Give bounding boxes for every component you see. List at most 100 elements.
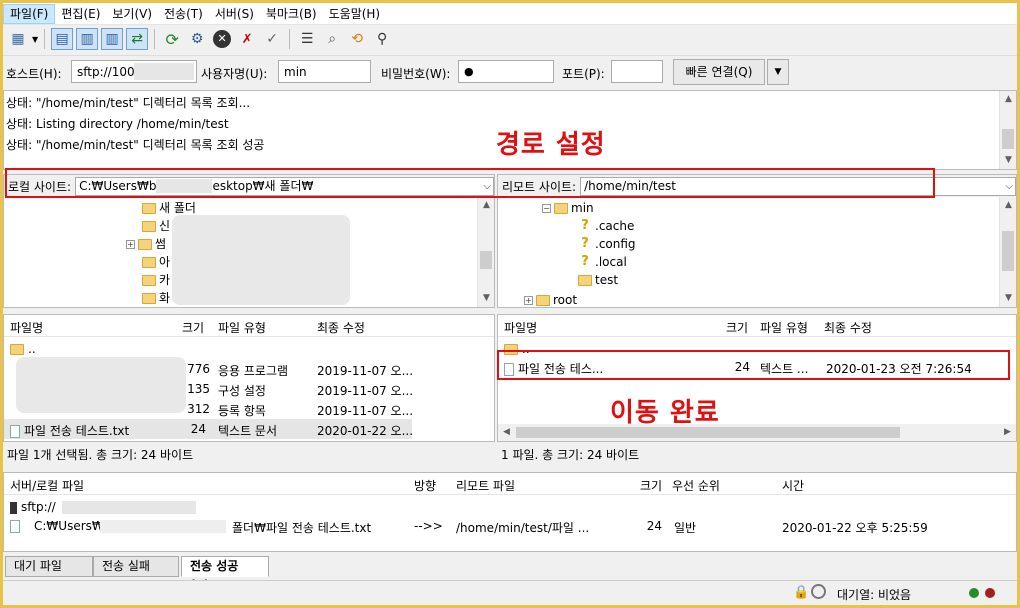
- column-type[interactable]: 파일 유형: [760, 319, 808, 336]
- search-icon[interactable]: ⚲: [371, 28, 393, 50]
- scroll-thumb[interactable]: [1002, 231, 1014, 271]
- chevron-down-icon[interactable]: ⌵: [1005, 178, 1013, 195]
- menu-bar: 파일(F) 편집(E) 보기(V) 전송(T) 서버(S) 북마크(B) 도움말…: [3, 3, 1017, 25]
- menu-transfer[interactable]: 전송(T): [158, 4, 209, 24]
- scroll-right-icon[interactable]: ▶: [999, 424, 1016, 441]
- tree-item[interactable]: ? .cache: [578, 217, 634, 235]
- annotation-box-path: [5, 168, 935, 198]
- scroll-thumb[interactable]: [480, 251, 492, 269]
- file-row-selected[interactable]: 파일 전송 테스트.txt 24 텍스트 문서 2020-01-22 오...: [4, 419, 413, 439]
- speed-limit-icon[interactable]: [811, 584, 826, 599]
- scroll-up-icon[interactable]: ▲: [478, 197, 495, 214]
- folder-icon: [578, 274, 592, 286]
- reconnect-icon[interactable]: ✓: [261, 28, 283, 50]
- tab-failed-transfers[interactable]: 전송 실패: [93, 556, 179, 577]
- host-input[interactable]: sftp://100.: [71, 60, 197, 83]
- remote-status: 1 파일. 총 크기: 24 바이트: [497, 444, 1017, 466]
- site-manager-dropdown-icon[interactable]: ▼: [32, 35, 38, 44]
- quickconnect-button[interactable]: 빠른 연결(Q): [673, 59, 765, 85]
- menu-server[interactable]: 서버(S): [209, 4, 260, 24]
- toolbar: ▦ ▼ ▤ ▥ ▥ ⇄ ⟳ ⚙ ✕ ✗ ✓ ☰ ⌕ ⟲ ⚲: [3, 25, 1017, 53]
- menu-view[interactable]: 보기(V): [106, 4, 158, 24]
- tree-item[interactable]: 화: [142, 289, 170, 307]
- file-row[interactable]: ..: [4, 339, 494, 359]
- log-line: 상태: "/home/min/test" 디렉터리 목록 조회...: [6, 96, 251, 110]
- tree-item[interactable]: − min: [542, 199, 594, 217]
- folder-icon: [554, 202, 568, 214]
- tree-item[interactable]: 신: [142, 217, 170, 235]
- toggle-remote-tree-icon[interactable]: ▥: [101, 28, 124, 50]
- column-filename[interactable]: 파일명: [504, 319, 537, 336]
- quickconnect-dropdown-icon[interactable]: ▼: [767, 59, 789, 85]
- cancel-icon[interactable]: ✕: [211, 28, 233, 50]
- process-queue-icon[interactable]: ⚙: [186, 28, 208, 50]
- redacted-server: [62, 501, 196, 514]
- tree-item[interactable]: + root: [524, 291, 577, 309]
- local-tree-scrollbar[interactable]: ▲ ▼: [477, 197, 494, 307]
- queue-item-row[interactable]: C:₩Users₩b 폴더₩파일 전송 테스트.txt -->> /home/m…: [4, 516, 1016, 536]
- directory-compare-icon[interactable]: ☰: [296, 28, 318, 50]
- column-direction[interactable]: 방향: [414, 477, 436, 494]
- tree-item[interactable]: + 썸: [126, 235, 166, 253]
- column-size[interactable]: 크기: [726, 319, 748, 336]
- sync-browse-icon[interactable]: ⟲: [346, 28, 368, 50]
- log-scrollbar[interactable]: ▲ ▼: [999, 91, 1016, 169]
- toggle-queue-icon[interactable]: ⇄: [126, 28, 149, 50]
- queue-server-row[interactable]: sftp://: [4, 497, 1016, 517]
- status-bar: 🔒 대기열: 비었음: [3, 580, 1017, 605]
- column-modified[interactable]: 최종 수정: [317, 319, 365, 336]
- local-list-header: 파일명 크기 파일 유형 최종 수정: [4, 315, 494, 337]
- folder-icon: [10, 344, 24, 355]
- menu-file[interactable]: 파일(F): [3, 3, 56, 24]
- username-input[interactable]: min: [278, 60, 371, 83]
- disconnect-icon[interactable]: ✗: [236, 28, 258, 50]
- column-server-local[interactable]: 서버/로컬 파일: [10, 477, 84, 494]
- tree-item[interactable]: ? .config: [578, 235, 635, 253]
- collapse-icon[interactable]: −: [542, 203, 551, 213]
- tree-item-selected[interactable]: test: [578, 271, 618, 289]
- column-time[interactable]: 시간: [782, 477, 804, 494]
- folder-icon: [142, 292, 156, 304]
- menu-help[interactable]: 도움말(H): [323, 4, 387, 24]
- column-type[interactable]: 파일 유형: [218, 319, 266, 336]
- column-remote-file[interactable]: 리모트 파일: [456, 477, 515, 494]
- tree-item[interactable]: ? .local: [578, 253, 627, 271]
- remote-tree-scrollbar[interactable]: ▲ ▼: [999, 197, 1016, 307]
- scroll-down-icon[interactable]: ▼: [1000, 290, 1017, 307]
- scroll-down-icon[interactable]: ▼: [478, 290, 495, 307]
- port-input[interactable]: [611, 60, 663, 83]
- column-size[interactable]: 크기: [640, 477, 662, 494]
- host-value: sftp://100.: [77, 65, 139, 79]
- redacted-region: [172, 215, 350, 305]
- refresh-icon[interactable]: ⟳: [161, 28, 183, 50]
- expand-icon[interactable]: +: [524, 295, 533, 305]
- folder-icon: [142, 256, 156, 268]
- column-priority[interactable]: 우선 순위: [672, 477, 720, 494]
- column-filename[interactable]: 파일명: [10, 319, 43, 336]
- folder-icon: [142, 202, 156, 214]
- expand-icon[interactable]: +: [126, 239, 135, 249]
- toggle-log-icon[interactable]: ▤: [51, 28, 74, 50]
- password-input[interactable]: ●: [458, 60, 554, 83]
- scroll-left-icon[interactable]: ◀: [498, 424, 515, 441]
- filter-icon[interactable]: ⌕: [321, 28, 343, 50]
- tab-successful-transfers[interactable]: 전송 성공 (1): [181, 556, 269, 592]
- column-modified[interactable]: 최종 수정: [824, 319, 872, 336]
- tab-queued-files[interactable]: 대기 파일: [5, 556, 93, 577]
- scroll-up-icon[interactable]: ▲: [1000, 197, 1017, 214]
- remote-list-header: 파일명 크기 파일 유형 최종 수정: [498, 315, 1016, 337]
- scroll-thumb[interactable]: [1002, 129, 1014, 149]
- scroll-up-icon[interactable]: ▲: [1000, 91, 1017, 108]
- menu-bookmarks[interactable]: 북마크(B): [260, 4, 323, 24]
- redacted-path: [100, 520, 226, 533]
- password-label: 비밀번호(W):: [381, 67, 451, 81]
- site-manager-icon[interactable]: ▦: [7, 28, 29, 50]
- remote-hscrollbar[interactable]: ◀ ▶: [498, 424, 1016, 441]
- queue-status: 대기열: 비었음: [837, 588, 912, 602]
- tree-item[interactable]: 카: [142, 271, 170, 289]
- tree-item[interactable]: 아: [142, 253, 170, 271]
- toggle-local-tree-icon[interactable]: ▥: [76, 28, 99, 50]
- column-size[interactable]: 크기: [182, 319, 204, 336]
- menu-edit[interactable]: 편집(E): [55, 4, 106, 24]
- scroll-down-icon[interactable]: ▼: [1000, 152, 1017, 169]
